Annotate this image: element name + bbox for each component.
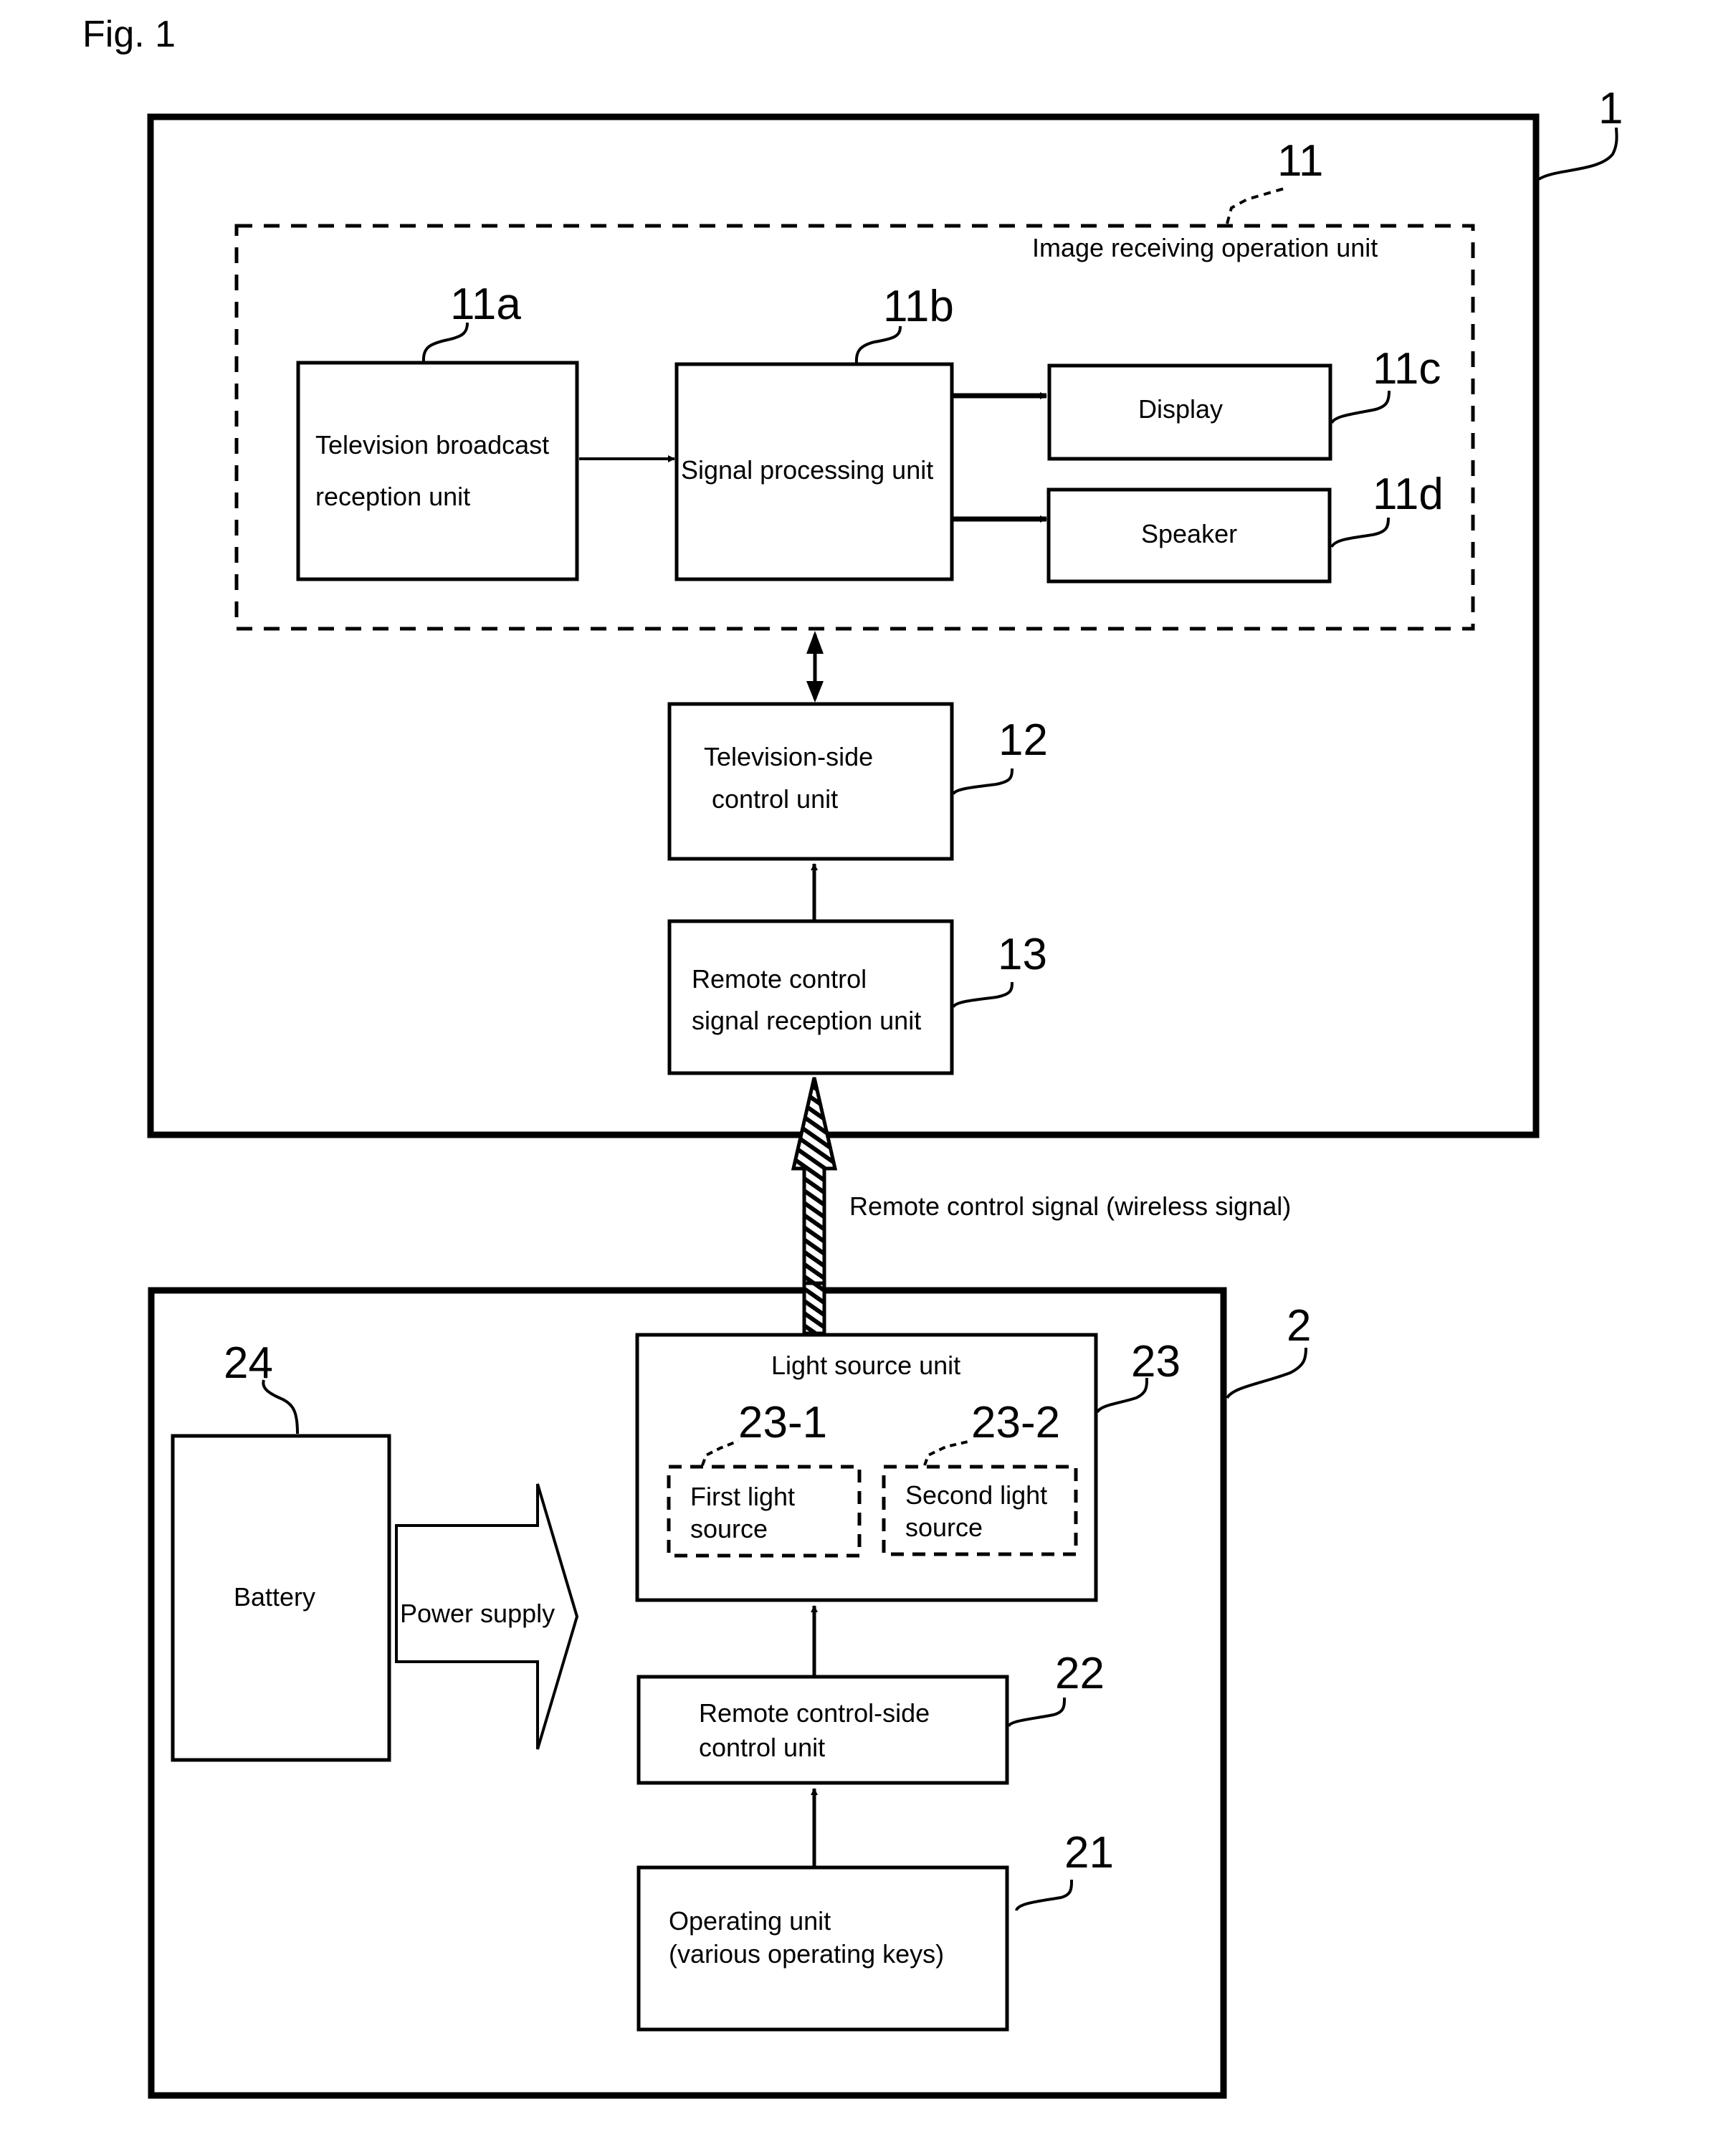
remote-control-unit-label-line2: control unit [699,1733,825,1762]
leader-line-12 [952,768,1014,796]
leader-line-1 [1537,127,1618,181]
remote-reception-label-line1: Remote control [692,964,867,994]
leader-line-13 [952,981,1014,1009]
leader-line-11 [1226,186,1287,224]
arrowhead-down-12 [806,681,824,703]
remote-control-unit-label-line1: Remote control-side [699,1698,930,1728]
ref-label-2: 2 [1287,1301,1311,1351]
ref-label-11d: 11d [1373,470,1444,519]
remote-reception-box [667,919,954,1075]
ref-label-24: 24 [224,1338,273,1388]
wireless-signal-label: Remote control signal (wireless signal) [849,1191,1291,1221]
power-supply-label: Power supply [400,1599,555,1628]
ref-label-11: 11 [1277,136,1323,186]
remote-control-unit-box [636,1675,1009,1785]
tv-control-label-line2: control unit [712,784,838,814]
broadcast-reception-label-line1: Television broadcast [315,430,549,460]
leader-line-24 [262,1379,299,1434]
ref-label-23-2: 23-2 [971,1398,1060,1447]
leader-line-11b [854,325,902,363]
tv-control-label-line1: Television-side [704,742,873,771]
ref-label-12: 12 [998,715,1048,765]
arrowhead-up-11 [806,631,824,654]
remote-reception-label-line2: signal reception unit [692,1006,921,1035]
first-light-source-label-line1: First light [690,1482,795,1511]
ref-label-11a: 11a [450,280,521,329]
second-light-source-label-line1: Second light [905,1480,1047,1510]
leader-line-11d [1330,517,1390,548]
ref-label-11b: 11b [883,282,954,331]
tv-control-box [667,702,954,861]
ref-label-1: 1 [1598,84,1623,133]
leader-line-21 [1015,1879,1073,1911]
battery-label: Battery [234,1582,315,1612]
ref-label-23-1: 23-1 [738,1398,827,1447]
signal-processing-label: Signal processing unit [681,455,933,485]
ref-label-22: 22 [1055,1649,1105,1698]
broadcast-reception-label-line2: reception unit [315,482,470,511]
broadcast-reception-box [296,361,579,581]
ref-label-13: 13 [998,930,1047,979]
display-label: Display [1138,394,1223,424]
second-light-source-label-line2: source [905,1513,983,1542]
image-receiving-unit-label: Image receiving operation unit [1032,233,1378,262]
operating-unit-label-line2: (various operating keys) [669,1939,944,1969]
ref-label-21: 21 [1064,1828,1114,1878]
figure-title: Fig. 1 [82,14,176,55]
leader-line-22 [1007,1697,1066,1728]
wireless-arrow-shaft-overlay [802,1281,826,1336]
light-source-unit-label: Light source unit [771,1351,960,1380]
ref-label-23: 23 [1131,1337,1181,1386]
block-diagram: Fig. 1 1 Image receiving operation unit … [82,14,1623,2099]
leader-line-11c [1330,390,1391,424]
leader-line-2 [1226,1347,1307,1399]
operating-unit-label-line1: Operating unit [669,1906,831,1936]
first-light-source-label-line2: source [690,1514,768,1543]
speaker-label: Speaker [1141,519,1237,548]
ref-label-11c: 11c [1373,344,1441,394]
